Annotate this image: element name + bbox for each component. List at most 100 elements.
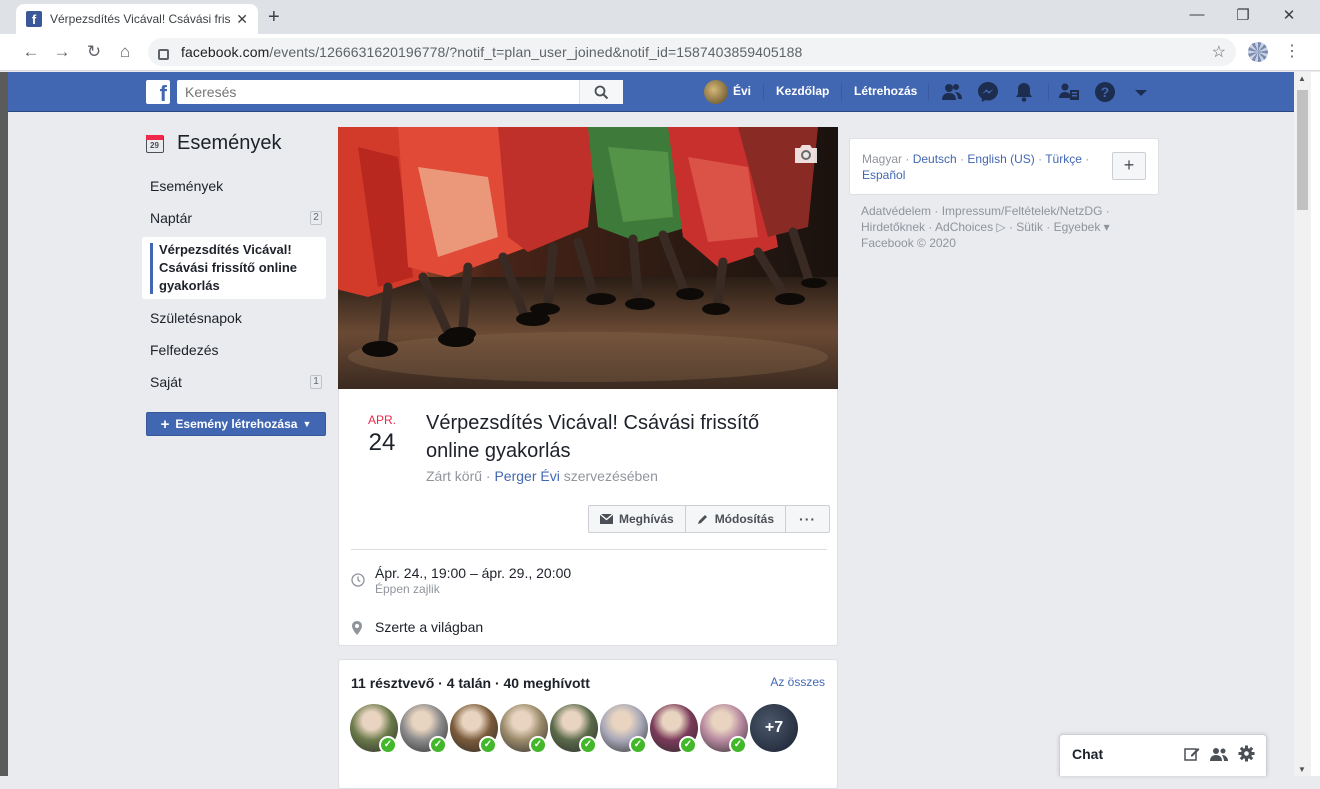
forward-icon[interactable]: → xyxy=(51,42,73,62)
more-options-button[interactable]: ··· xyxy=(786,506,829,532)
sidebar-count-badge: 2 xyxy=(310,211,322,225)
friend-requests-icon[interactable] xyxy=(941,81,963,103)
group-chat-icon[interactable] xyxy=(1210,746,1228,762)
scrollbar-thumb[interactable] xyxy=(1297,90,1308,210)
profile-link[interactable]: Évi xyxy=(733,84,751,98)
messenger-icon[interactable] xyxy=(977,81,999,103)
close-tab-icon[interactable]: ✕ xyxy=(236,11,248,28)
sidebar-item-events[interactable]: Események xyxy=(150,178,223,194)
footer-links: Adatvédelem · Impressum/Feltételek/NetzD… xyxy=(861,203,1131,251)
user-avatar[interactable] xyxy=(704,80,728,104)
language-link[interactable]: Türkçe xyxy=(1045,152,1082,166)
url-host: facebook.com xyxy=(181,44,270,60)
event-time[interactable]: Ápr. 24., 19:00 – ápr. 29., 20:00 xyxy=(375,565,571,581)
footer-links-line[interactable]: Hirdetőknek · AdChoices ▷ · Sütik · Egye… xyxy=(861,219,1131,235)
event-host-link[interactable]: Perger Évi xyxy=(494,468,559,484)
active-indicator xyxy=(150,243,153,294)
search-icon xyxy=(594,85,609,99)
language-link[interactable]: English (US) xyxy=(967,152,1034,166)
back-icon[interactable]: ← xyxy=(20,42,42,62)
quick-help-people-icon[interactable] xyxy=(1058,81,1080,103)
sidebar-item-calendar[interactable]: Naptár xyxy=(150,210,192,226)
invite-button[interactable]: Meghívás xyxy=(589,506,686,532)
browser-menu-icon[interactable]: ⋮ xyxy=(1284,41,1300,61)
nav-divider xyxy=(763,83,764,101)
event-details-card: APR. 24 Vérpezsdítés Vicával! Csávási fr… xyxy=(338,389,838,646)
edit-button[interactable]: Módosítás xyxy=(686,506,787,532)
calendar-icon-day: 29 xyxy=(150,140,159,150)
language-selector-box: Magyar · Deutsch · English (US) · Türkçe… xyxy=(849,138,1159,195)
language-link[interactable]: Deutsch xyxy=(913,152,957,166)
invite-label: Meghívás xyxy=(619,512,674,526)
event-action-buttons: Meghívás Módosítás ··· xyxy=(588,505,831,533)
lock-icon xyxy=(158,48,169,60)
home-link[interactable]: Kezdőlap xyxy=(776,84,829,98)
plus-icon: + xyxy=(160,415,170,433)
scroll-up-icon[interactable]: ▲ xyxy=(1298,74,1306,83)
footer-links-line[interactable]: Adatvédelem · Impressum/Feltételek/NetzD… xyxy=(861,203,1131,219)
more-guests-avatar[interactable]: +7 xyxy=(750,704,798,752)
left-window-edge xyxy=(0,72,8,776)
new-tab-icon[interactable]: + xyxy=(268,6,280,29)
browser-tab-bar: f Vérpezsdítés Vicával! Csávási frissítő… xyxy=(0,0,1320,34)
current-language: Magyar xyxy=(862,152,903,166)
profile-avatar-icon[interactable] xyxy=(1248,42,1268,62)
change-cover-camera-icon[interactable] xyxy=(792,143,820,165)
language-link[interactable]: Español xyxy=(862,168,905,182)
sidebar-item-birthdays[interactable]: Születésnapok xyxy=(150,310,242,326)
guests-summary[interactable]: 11 résztvevő · 4 talán · 40 meghívott xyxy=(351,675,590,691)
event-date-badge: APR. 24 xyxy=(359,413,405,457)
event-title: Vérpezsdítés Vicával! Csávási frissítő o… xyxy=(426,412,760,462)
going-check-icon: ✓ xyxy=(629,736,647,754)
minimize-icon[interactable]: — xyxy=(1174,6,1220,23)
chat-sidebar-tab[interactable]: Chat xyxy=(1059,734,1267,776)
home-icon[interactable]: ⌂ xyxy=(114,42,136,62)
new-message-icon[interactable] xyxy=(1184,746,1200,762)
sidebar-header: 29 Események xyxy=(146,132,282,155)
going-check-icon: ✓ xyxy=(579,736,597,754)
edit-label: Módosítás xyxy=(714,512,775,526)
going-check-icon: ✓ xyxy=(529,736,547,754)
facebook-logo-icon[interactable]: f xyxy=(146,80,170,104)
event-day: 24 xyxy=(368,429,396,456)
notifications-bell-icon[interactable] xyxy=(1013,81,1035,103)
language-list: Magyar · Deutsch · English (US) · Türkçe… xyxy=(862,152,1090,182)
event-privacy[interactable]: Zárt körű xyxy=(426,468,482,484)
event-status: Éppen zajlik xyxy=(375,582,440,596)
copyright: Facebook © 2020 xyxy=(861,236,956,250)
url-field[interactable]: facebook.com/events/1266631620196778/?no… xyxy=(148,38,1236,66)
browser-tab[interactable]: f Vérpezsdítés Vicával! Csávási frissítő… xyxy=(16,4,258,34)
search-button[interactable] xyxy=(579,80,623,104)
reload-icon[interactable]: ↻ xyxy=(83,42,105,62)
scroll-down-icon[interactable]: ▼ xyxy=(1298,765,1306,774)
restore-icon[interactable]: ❐ xyxy=(1220,6,1266,24)
chat-settings-gear-icon[interactable] xyxy=(1238,745,1255,762)
sidebar-item-current-event[interactable]: Vérpezsdítés Vicával! Csávási frissítő o… xyxy=(142,237,326,299)
event-time-row: Ápr. 24., 19:00 – ápr. 29., 20:00 Éppen … xyxy=(351,565,571,596)
page-scrollbar[interactable]: ▲ ▼ xyxy=(1294,72,1311,776)
search-input[interactable] xyxy=(177,80,579,104)
calendar-icon: 29 xyxy=(146,134,164,153)
chat-label: Chat xyxy=(1072,746,1104,762)
going-check-icon: ✓ xyxy=(679,736,697,754)
more-languages-button[interactable]: + xyxy=(1112,152,1146,180)
help-question-icon[interactable]: ? xyxy=(1094,81,1116,103)
account-dropdown-icon[interactable] xyxy=(1130,81,1152,103)
sidebar-item-own[interactable]: Saját xyxy=(150,374,182,390)
event-location[interactable]: Szerte a világban xyxy=(375,619,483,638)
create-link[interactable]: Létrehozás xyxy=(854,84,917,98)
guests-card: 11 résztvevő · 4 talán · 40 meghívott Az… xyxy=(338,659,838,789)
create-event-button[interactable]: + Esemény létrehozása ▼ xyxy=(146,412,326,436)
event-cover-photo[interactable] xyxy=(338,127,838,389)
nav-divider xyxy=(841,83,842,101)
dropdown-caret-icon: ▼ xyxy=(302,419,312,429)
clock-icon xyxy=(351,565,375,596)
close-window-icon[interactable]: ✕ xyxy=(1266,6,1312,24)
going-check-icon: ✓ xyxy=(479,736,497,754)
sidebar-item-discover[interactable]: Felfedezés xyxy=(150,342,218,358)
address-bar-row: ← → ↻ ⌂ facebook.com/events/126663162019… xyxy=(0,34,1320,71)
search-box xyxy=(177,80,623,104)
see-all-guests-link[interactable]: Az összes xyxy=(770,675,825,689)
bookmark-star-icon[interactable]: ☆ xyxy=(1212,42,1226,62)
event-month: APR. xyxy=(367,413,396,427)
